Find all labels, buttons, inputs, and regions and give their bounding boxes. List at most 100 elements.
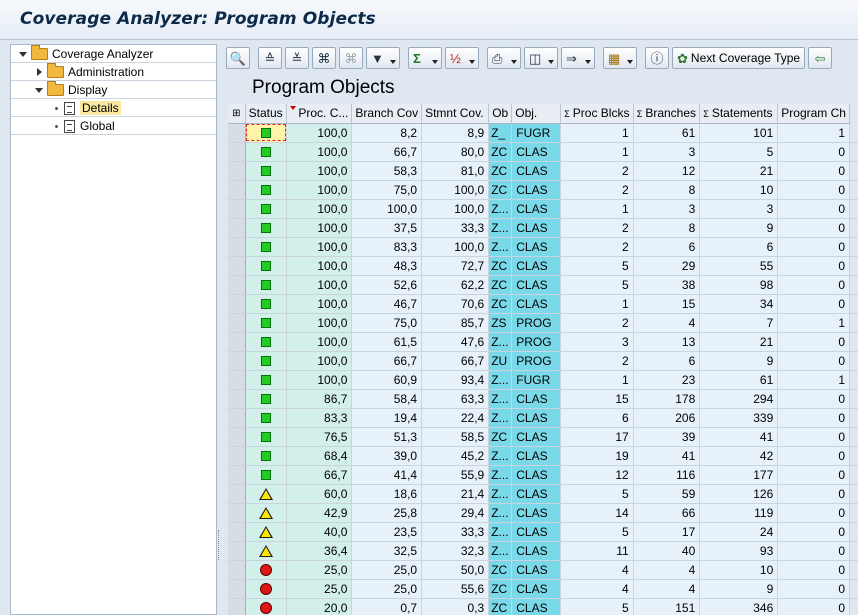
cell-branches[interactable]: 66: [633, 503, 701, 523]
cell-proc-blcks[interactable]: 2: [560, 161, 634, 181]
cell-statements[interactable]: 3: [699, 199, 779, 219]
cell-ob[interactable]: Z...: [488, 446, 513, 466]
cell-statements[interactable]: 126: [699, 484, 779, 504]
cell-branch-cov[interactable]: 18,6: [351, 484, 423, 504]
row-selector[interactable]: [228, 465, 246, 485]
cell-obj[interactable]: CLAS: [511, 408, 562, 428]
column-header-branch-cov[interactable]: Branch Cov: [351, 104, 423, 124]
cell-stmnt-cov[interactable]: 0,3: [421, 598, 490, 615]
cell-prog-ch[interactable]: 0: [777, 275, 850, 295]
status-cell[interactable]: [245, 370, 288, 390]
row-selector[interactable]: [228, 598, 246, 615]
cell-branches[interactable]: 61: [633, 123, 701, 143]
cell-ob[interactable]: Z...: [488, 484, 513, 504]
cell-prog-ch[interactable]: 0: [777, 598, 850, 615]
cell-branches[interactable]: 3: [633, 142, 701, 162]
cell-obj[interactable]: CLAS: [511, 541, 562, 561]
cell-prog-ch[interactable]: 0: [777, 142, 850, 162]
cell-branches[interactable]: 206: [633, 408, 701, 428]
cell-ob[interactable]: Z...: [488, 218, 513, 238]
cell-obj[interactable]: CLAS: [511, 446, 562, 466]
print-button[interactable]: ⎙: [487, 47, 521, 69]
cell-prog-ch[interactable]: 0: [777, 541, 850, 561]
cell-branches[interactable]: 38: [633, 275, 701, 295]
cell-proc-cov[interactable]: 100,0: [286, 275, 353, 295]
cell-stmnt-cov[interactable]: 100,0: [421, 199, 490, 219]
column-header-ob[interactable]: Ob: [488, 104, 513, 124]
cell-proc-blcks[interactable]: 5: [560, 522, 634, 542]
cell-obj[interactable]: CLAS: [511, 256, 562, 276]
cell-proc-cov[interactable]: 100,0: [286, 294, 353, 314]
status-cell[interactable]: [245, 408, 288, 428]
cell-ob[interactable]: Z...: [488, 541, 513, 561]
cell-branch-cov[interactable]: 46,7: [351, 294, 423, 314]
details-button[interactable]: 🔍: [226, 47, 250, 69]
table-row[interactable]: 68,4 39,0 45,2 Z... CLAS 19 41 42 0: [228, 446, 858, 466]
row-selector[interactable]: [228, 351, 246, 371]
cell-obj[interactable]: CLAS: [511, 180, 562, 200]
cell-stmnt-cov[interactable]: 100,0: [421, 180, 490, 200]
cell-obj[interactable]: PROG: [511, 351, 562, 371]
total-button[interactable]: Σ: [408, 47, 442, 69]
cell-branches[interactable]: 59: [633, 484, 701, 504]
cell-statements[interactable]: 21: [699, 332, 779, 352]
cell-branch-cov[interactable]: 51,3: [351, 427, 423, 447]
find-next-button[interactable]: ⌘: [339, 47, 363, 69]
cell-prog-ch[interactable]: 0: [777, 522, 850, 542]
cell-proc-blcks[interactable]: 2: [560, 218, 634, 238]
column-header-proc-cov[interactable]: Proc. C...: [286, 104, 353, 124]
status-cell[interactable]: [245, 351, 288, 371]
cell-stmnt-cov[interactable]: 33,3: [421, 218, 490, 238]
exit-button[interactable]: ⇦: [808, 47, 833, 69]
cell-branches[interactable]: 15: [633, 294, 701, 314]
cell-obj[interactable]: CLAS: [511, 161, 562, 181]
table-row[interactable]: 100,0 58,3 81,0 ZC CLAS 2 12 21 0: [228, 161, 858, 181]
views-button[interactable]: ◫: [524, 47, 558, 69]
cell-proc-blcks[interactable]: 4: [560, 579, 634, 599]
cell-branch-cov[interactable]: 8,2: [351, 123, 423, 143]
cell-proc-cov[interactable]: 100,0: [286, 123, 353, 143]
cell-prog-ch[interactable]: 0: [777, 218, 850, 238]
cell-prog-ch[interactable]: 0: [777, 351, 850, 371]
cell-proc-cov[interactable]: 86,7: [286, 389, 353, 409]
column-header-statements[interactable]: Σ Statements: [699, 104, 779, 124]
cell-proc-cov[interactable]: 40,0: [286, 522, 353, 542]
cell-ob[interactable]: ZC: [488, 180, 513, 200]
row-selector[interactable]: [228, 275, 246, 295]
cell-statements[interactable]: 9: [699, 351, 779, 371]
cell-statements[interactable]: 21: [699, 161, 779, 181]
row-selector[interactable]: [228, 427, 246, 447]
cell-stmnt-cov[interactable]: 45,2: [421, 446, 490, 466]
cell-statements[interactable]: 346: [699, 598, 779, 615]
cell-proc-blcks[interactable]: 5: [560, 275, 634, 295]
cell-ob[interactable]: ZS: [488, 313, 513, 333]
cell-stmnt-cov[interactable]: 85,7: [421, 313, 490, 333]
cell-stmnt-cov[interactable]: 66,7: [421, 351, 490, 371]
cell-statements[interactable]: 10: [699, 560, 779, 580]
cell-proc-blcks[interactable]: 6: [560, 408, 634, 428]
cell-ob[interactable]: ZC: [488, 142, 513, 162]
table-row[interactable]: 100,0 8,2 8,9 Z_ FUGR 1 61 101 1: [228, 123, 858, 143]
cell-prog-ch[interactable]: 0: [777, 237, 850, 257]
row-selector[interactable]: [228, 313, 246, 333]
cell-prog-ch[interactable]: 0: [777, 484, 850, 504]
info-button[interactable]: ⓘ: [645, 47, 669, 69]
status-cell[interactable]: [245, 180, 288, 200]
cell-proc-cov[interactable]: 100,0: [286, 218, 353, 238]
cell-branches[interactable]: 116: [633, 465, 701, 485]
cell-stmnt-cov[interactable]: 63,3: [421, 389, 490, 409]
row-selector[interactable]: [228, 218, 246, 238]
cell-branches[interactable]: 3: [633, 199, 701, 219]
cell-branches[interactable]: 4: [633, 560, 701, 580]
table-row[interactable]: 42,9 25,8 29,4 Z... CLAS 14 66 119 0: [228, 503, 858, 523]
cell-obj[interactable]: CLAS: [511, 465, 562, 485]
cell-branch-cov[interactable]: 23,5: [351, 522, 423, 542]
status-cell[interactable]: [245, 332, 288, 352]
cell-proc-cov[interactable]: 66,7: [286, 465, 353, 485]
status-cell[interactable]: [245, 275, 288, 295]
cell-obj[interactable]: CLAS: [511, 294, 562, 314]
cell-branch-cov[interactable]: 32,5: [351, 541, 423, 561]
cell-proc-blcks[interactable]: 5: [560, 484, 634, 504]
cell-ob[interactable]: ZC: [488, 294, 513, 314]
cell-statements[interactable]: 42: [699, 446, 779, 466]
